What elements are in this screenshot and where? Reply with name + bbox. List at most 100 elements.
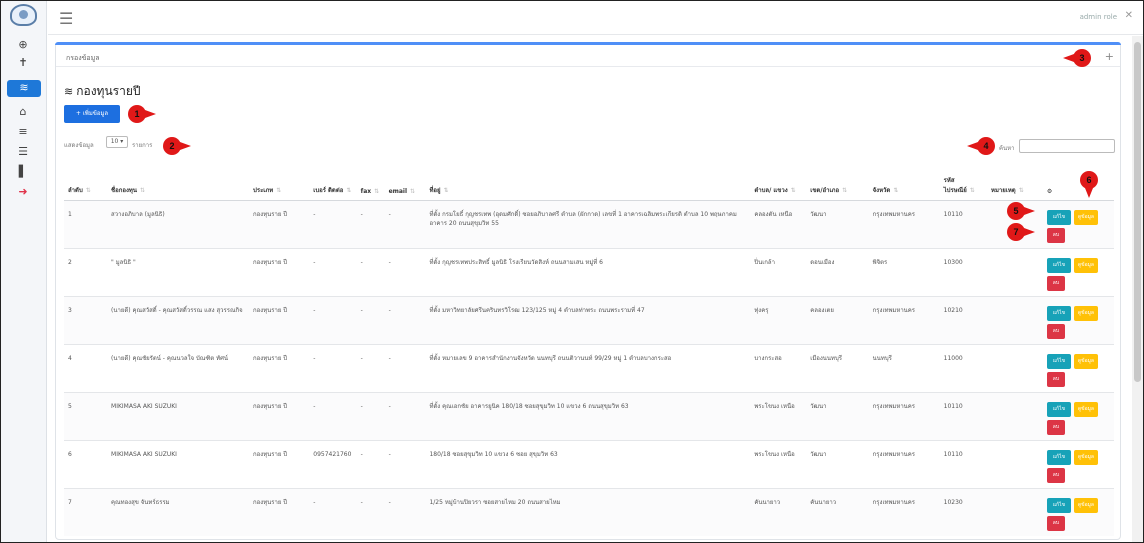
sort-icon[interactable]: ⇅ — [410, 188, 415, 195]
column-header[interactable]: จังหวัด ⇅ — [868, 164, 940, 201]
sort-icon[interactable]: ⇅ — [140, 187, 145, 194]
scrollbar-thumb[interactable] — [1134, 42, 1141, 382]
view-button[interactable]: ดูข้อมูล — [1073, 257, 1098, 273]
filter-panel-header[interactable]: กรองข้อมูล + — [56, 45, 1120, 67]
sort-icon[interactable]: ⇅ — [970, 187, 975, 194]
edit-button[interactable]: แก้ไข — [1046, 497, 1071, 513]
cell-address: ที่ตั้ง คุณเอกชัย อาคารยูนิค 180/18 ซอยส… — [425, 391, 751, 440]
column-header[interactable]: ลำดับ ⇅ — [64, 164, 108, 201]
sort-icon[interactable]: ⇅ — [276, 187, 281, 194]
app-logo[interactable] — [10, 4, 37, 26]
column-header[interactable]: เบอร์ ติดต่อ ⇅ — [309, 164, 357, 201]
cell-fax: - — [356, 391, 385, 440]
cell-note — [986, 343, 1043, 392]
cell-no: 6 — [64, 439, 108, 488]
cell-note — [986, 439, 1043, 488]
entries-select[interactable]: 10 ▾ — [106, 136, 128, 148]
sort-icon[interactable]: ⇅ — [791, 187, 796, 194]
close-icon[interactable]: ✕ — [1125, 10, 1133, 21]
sort-icon[interactable]: ⇅ — [374, 188, 379, 195]
fund-table: ลำดับ ⇅ ชื่อกองทุน ⇅ ประเภท ⇅ เบอร์ ติดต่อ ⇅ fax… — [64, 164, 1114, 536]
search-input[interactable] — [1019, 139, 1115, 153]
sort-icon[interactable]: ⇅ — [842, 187, 847, 194]
view-button[interactable]: ดูข้อมูล — [1073, 353, 1098, 369]
cell-address: 180/18 ซอยสุขุมวิท 10 แขวง 6 ซอย สุขุมวิ… — [425, 439, 751, 488]
delete-button[interactable]: ลบ — [1046, 275, 1065, 291]
cell-address: ที่ตั้ง กุญชรเทพประสิทธิ์ มูลนิธิ โรงเรี… — [425, 247, 751, 296]
scrollbar[interactable] — [1132, 36, 1143, 542]
column-header[interactable]: ประเภท ⇅ — [249, 164, 310, 201]
table-header-row: ลำดับ ⇅ ชื่อกองทุน ⇅ ประเภท ⇅ เบอร์ ติดต่อ ⇅ fax… — [64, 164, 1114, 201]
add-record-button[interactable]: + เพิ่มข้อมูล — [64, 105, 120, 123]
cell-district: วัฒนา — [806, 199, 869, 248]
cell-fax: - — [356, 247, 385, 296]
cell-phone: - — [309, 391, 357, 440]
column-header[interactable]: ⚙ — [1042, 164, 1114, 201]
cell-name: (นายดี) คุณสวัสดิ์ - คุณสวัสดิ์วรรณ แสง … — [107, 295, 250, 344]
cell-type: กองทุนราย ปี — [249, 343, 310, 392]
file-icon[interactable]: ▌ — [13, 164, 33, 180]
view-button[interactable]: ดูข้อมูล — [1073, 305, 1098, 321]
logout-icon[interactable]: ➜ — [13, 184, 33, 200]
user-role-label[interactable]: admin role — [1080, 13, 1117, 21]
delete-button[interactable]: ลบ — [1046, 419, 1065, 435]
delete-button[interactable]: ลบ — [1046, 323, 1065, 339]
cell-note — [986, 487, 1043, 536]
view-button[interactable]: ดูข้อมูล — [1073, 401, 1098, 417]
column-header[interactable]: fax ⇅ — [356, 164, 385, 201]
edit-button[interactable]: แก้ไข — [1046, 449, 1071, 465]
callout-marker: 5 — [1007, 202, 1035, 220]
column-header[interactable]: รหัส ไปรษณีย์ ⇅ — [939, 164, 987, 201]
cell-zip: 11000 — [939, 343, 987, 392]
coins-icon[interactable]: ≡ — [13, 124, 33, 140]
person-icon[interactable]: ✝ — [13, 55, 33, 71]
column-header[interactable]: ชื่อกองทุน ⇅ — [107, 164, 250, 201]
view-button[interactable]: ดูข้อมูล — [1073, 209, 1098, 225]
building-icon[interactable]: ⌂ — [13, 104, 33, 120]
edit-button[interactable]: แก้ไข — [1046, 401, 1071, 417]
column-header-label: จังหวัด — [872, 186, 891, 194]
column-header[interactable]: หมายเหตุ ⇅ — [986, 164, 1043, 201]
cell-type: กองทุนราย ปี — [249, 295, 310, 344]
column-header[interactable]: email ⇅ — [384, 164, 426, 201]
delete-button[interactable]: ลบ — [1046, 371, 1065, 387]
delete-button[interactable]: ลบ — [1046, 515, 1065, 531]
cell-phone: - — [309, 199, 357, 248]
table-row: 3 (นายดี) คุณสวัสดิ์ - คุณสวัสดิ์วรรณ แสง… — [64, 295, 1114, 344]
column-header[interactable]: ตำบล/ แขวง ⇅ — [750, 164, 807, 201]
delete-button[interactable]: ลบ — [1046, 467, 1065, 483]
row-actions: แก้ไข ดูข้อมูลลบ — [1046, 401, 1107, 436]
edit-button[interactable]: แก้ไข — [1046, 209, 1071, 225]
sort-icon[interactable]: ⇅ — [1019, 187, 1024, 194]
cell-district: คันนายาว — [806, 487, 869, 536]
expand-plus-icon[interactable]: + — [1105, 50, 1114, 63]
edit-button[interactable]: แก้ไข — [1046, 305, 1071, 321]
row-actions: แก้ไข ดูข้อมูลลบ — [1046, 257, 1107, 292]
cell-actions: แก้ไข ดูข้อมูลลบ — [1042, 199, 1114, 248]
hamburger-menu-icon[interactable]: ☰ — [59, 9, 73, 28]
cell-type: กองทุนราย ปี — [249, 487, 310, 536]
sort-icon[interactable]: ⇅ — [893, 187, 898, 194]
cell-phone: - — [309, 343, 357, 392]
cell-subdistrict: คันนายาว — [750, 487, 807, 536]
stack-icon[interactable]: ≋ — [7, 80, 41, 97]
sort-icon[interactable]: ⇅ — [86, 187, 91, 194]
column-header[interactable]: เขต/อำเภอ ⇅ — [806, 164, 869, 201]
column-header[interactable]: ที่อยู่ ⇅ — [425, 164, 751, 201]
view-button[interactable]: ดูข้อมูล — [1073, 497, 1098, 513]
edit-button[interactable]: แก้ไข — [1046, 257, 1071, 273]
delete-button[interactable]: ลบ — [1046, 227, 1065, 243]
cell-note — [986, 391, 1043, 440]
view-button[interactable]: ดูข้อมูล — [1073, 449, 1098, 465]
cell-no: 7 — [64, 487, 108, 536]
sort-icon[interactable]: ⇅ — [444, 187, 449, 194]
cell-district: ดอนเมือง — [806, 247, 869, 296]
cell-type: กองทุนราย ปี — [249, 247, 310, 296]
edit-button[interactable]: แก้ไข — [1046, 353, 1071, 369]
cell-email: - — [384, 487, 426, 536]
table-row: 2 " มูลนิธิ " กองทุนราย ปี - - - ที่ตั้ง กุญชร… — [64, 247, 1114, 296]
coins-icon: ≋ — [64, 85, 74, 98]
dashboard-icon[interactable]: ⊕ — [13, 37, 33, 53]
list-icon[interactable]: ☰ — [13, 144, 33, 160]
sort-icon[interactable]: ⇅ — [346, 187, 351, 194]
